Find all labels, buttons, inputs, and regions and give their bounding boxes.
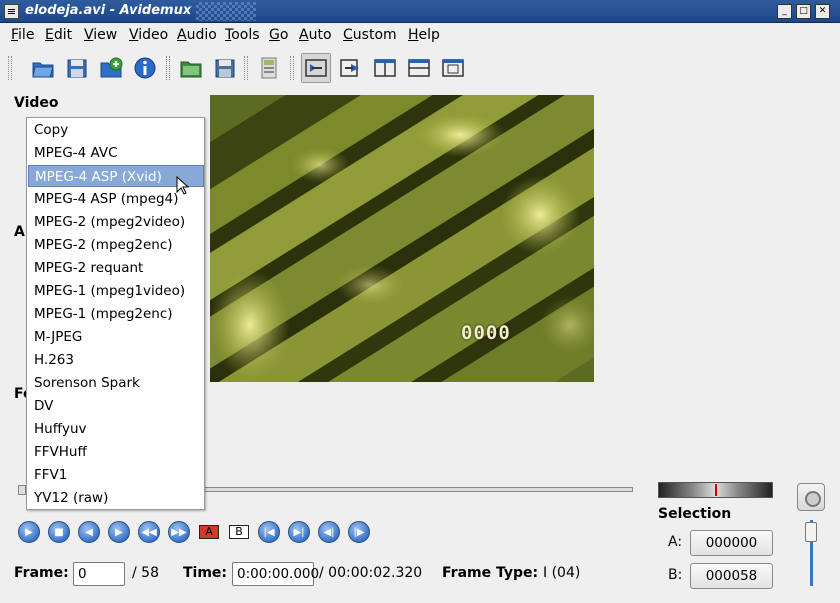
codec-option[interactable]: FFVHuff xyxy=(28,441,204,463)
close-icon[interactable]: ✕ xyxy=(815,4,830,19)
menu-audio[interactable]: Audio xyxy=(177,27,217,43)
menu-tools[interactable]: Tools xyxy=(225,27,260,43)
minimize-icon[interactable]: _ xyxy=(777,4,792,19)
goto-start-icon[interactable]: |◀ xyxy=(258,521,280,543)
maximize-icon[interactable]: □ xyxy=(796,4,811,19)
menu-file[interactable]: File xyxy=(11,27,34,43)
frame-total: / 58 xyxy=(132,565,159,581)
toolbar xyxy=(0,50,840,86)
frame-type-value: I (04) xyxy=(543,565,581,581)
menu-go[interactable]: Go xyxy=(269,27,288,43)
previous-keyframe-icon[interactable]: ◀◀ xyxy=(138,521,160,543)
title-bar[interactable]: elodeja.avi - Avidemux _ □ ✕ xyxy=(0,0,840,23)
codec-option[interactable]: MPEG-4 AVC xyxy=(28,142,204,164)
time-label: Time: xyxy=(183,565,228,581)
codec-option[interactable]: Huffyuv xyxy=(28,418,204,440)
timecode-overlay: 0000 xyxy=(461,322,511,344)
title-decoration xyxy=(196,2,256,21)
volume-meter xyxy=(658,482,773,498)
frame-label: Frame: xyxy=(14,565,69,581)
mark-a-icon[interactable]: A xyxy=(198,522,222,542)
preview-output-icon[interactable] xyxy=(336,53,366,83)
stop-icon[interactable]: ■ xyxy=(48,521,70,543)
codec-option[interactable]: YV12 (raw) xyxy=(28,487,204,509)
codec-option[interactable]: Sorenson Spark xyxy=(28,372,204,394)
codec-option[interactable]: MPEG-1 (mpeg1video) xyxy=(28,280,204,302)
codec-option[interactable]: M-JPEG xyxy=(28,326,204,348)
menu-help[interactable]: Help xyxy=(408,27,440,43)
save-icon[interactable] xyxy=(62,53,92,83)
time-total: / 00:00:02.320 xyxy=(319,565,423,581)
next-keyframe-icon[interactable]: ▶▶ xyxy=(168,521,190,543)
codec-option[interactable]: DV xyxy=(28,395,204,417)
next-frame-icon[interactable]: ▶ xyxy=(108,521,130,543)
frame-type-label: Frame Type: xyxy=(442,565,539,581)
open-folder-icon[interactable] xyxy=(176,53,206,83)
frame-input[interactable]: 0 xyxy=(73,562,125,586)
menu-edit[interactable]: Edit xyxy=(45,27,72,43)
seek-slider[interactable] xyxy=(200,487,633,492)
open-icon[interactable] xyxy=(28,53,58,83)
toolbar-separator xyxy=(244,56,248,80)
jog-slider[interactable] xyxy=(805,520,817,586)
goto-end-icon[interactable]: ▶| xyxy=(288,521,310,543)
codec-option[interactable]: FFV1 xyxy=(28,464,204,486)
previous-frame-icon[interactable]: ◀ xyxy=(78,521,100,543)
menu-auto[interactable]: Auto xyxy=(299,27,332,43)
selection-b-label: B: xyxy=(668,567,683,583)
toolbar-separator xyxy=(290,56,294,80)
toolbar-separator xyxy=(166,56,170,80)
time-input[interactable]: 0:00:00.000 xyxy=(232,562,319,586)
codec-option[interactable]: MPEG-2 requant xyxy=(28,257,204,279)
menu-bar: File Edit View Video Audio Tools Go Auto… xyxy=(0,24,840,46)
menu-custom[interactable]: Custom xyxy=(343,27,397,43)
next-black-icon[interactable]: |▶ xyxy=(348,521,370,543)
menu-view[interactable]: View xyxy=(84,27,117,43)
menu-video[interactable]: Video xyxy=(129,27,168,43)
preview-separate-icon[interactable] xyxy=(438,53,468,83)
codec-option[interactable]: Copy xyxy=(28,119,204,141)
window-title: elodeja.avi - Avidemux xyxy=(25,3,192,18)
video-section-label: Video xyxy=(14,95,59,111)
mark-b-icon[interactable]: B xyxy=(228,522,252,542)
mouse-cursor-icon xyxy=(176,176,190,195)
codec-option[interactable]: H.263 xyxy=(28,349,204,371)
audio-meter-button[interactable] xyxy=(797,483,825,511)
window-menu-icon[interactable] xyxy=(4,4,19,19)
open-append-icon[interactable] xyxy=(96,53,126,83)
side-by-side-icon[interactable] xyxy=(370,53,400,83)
selection-a-label: A: xyxy=(668,534,683,550)
save-project-icon[interactable] xyxy=(210,53,240,83)
play-icon[interactable]: ▶ xyxy=(18,521,40,543)
video-preview: 0000 xyxy=(210,95,594,382)
seek-slider-left-end xyxy=(18,485,26,495)
previous-black-icon[interactable]: ◀| xyxy=(318,521,340,543)
codec-option[interactable]: MPEG-2 (mpeg2enc) xyxy=(28,234,204,256)
codec-option[interactable]: MPEG-1 (mpeg2enc) xyxy=(28,303,204,325)
codec-option[interactable]: MPEG-2 (mpeg2video) xyxy=(28,211,204,233)
toolbar-grip[interactable] xyxy=(8,56,12,80)
selection-a-button[interactable]: 000000 xyxy=(690,530,773,556)
info-icon[interactable] xyxy=(130,53,160,83)
calculator-icon[interactable] xyxy=(254,53,284,83)
selection-title: Selection xyxy=(658,506,732,522)
preview-input-icon[interactable] xyxy=(301,53,331,83)
top-bottom-icon[interactable] xyxy=(404,53,434,83)
selection-b-button[interactable]: 000058 xyxy=(690,563,773,589)
